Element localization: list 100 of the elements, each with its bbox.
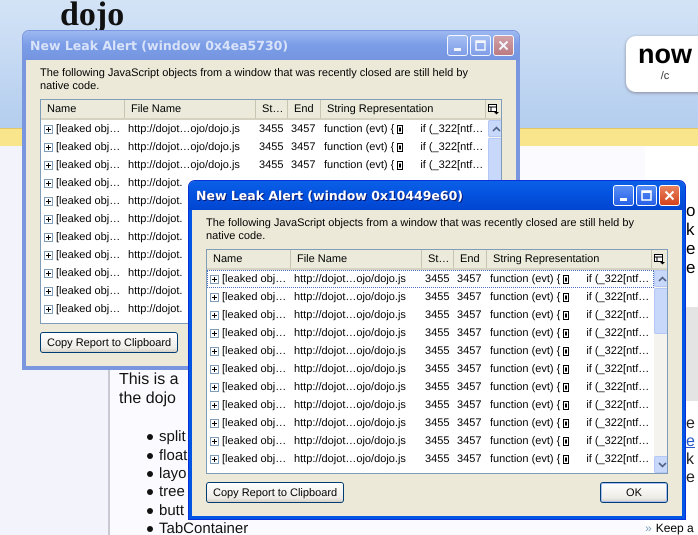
side-text: e xyxy=(686,415,696,433)
name-cell: [leaked obj… xyxy=(222,327,286,339)
file-cell: http://dojot. xyxy=(128,213,182,225)
chevron-marker: » xyxy=(645,521,652,535)
line-cell: 3457 xyxy=(457,309,482,321)
file-cell: http://dojot. xyxy=(128,267,182,279)
name-cell: [leaked obj… xyxy=(56,177,120,189)
file-cell: http://dojot…ojo/dojo.js xyxy=(294,345,406,357)
badge-subtitle: /c xyxy=(660,70,670,82)
line-cell: 3457 xyxy=(457,453,482,465)
side-text: k xyxy=(686,451,695,469)
code-cell: if (_322[ntf… xyxy=(586,381,650,393)
line-cell: 3455 xyxy=(259,123,284,135)
file-cell: http://dojot. xyxy=(128,285,182,297)
list-item: split xyxy=(159,428,186,446)
side-text: e xyxy=(686,469,696,487)
side-text: o xyxy=(686,201,696,220)
line-cell: 3457 xyxy=(457,399,482,411)
line-cell: 3457 xyxy=(291,123,316,135)
code-cell: function (evt) { xyxy=(490,435,560,447)
name-cell: [leaked obj… xyxy=(222,381,286,393)
file-cell: http://dojot…ojo/dojo.js xyxy=(128,159,240,171)
code-cell: if (_322[ntf… xyxy=(586,309,650,321)
line-cell: 3455 xyxy=(425,363,450,375)
list-item: tree xyxy=(159,483,185,502)
intro-text: the dojo xyxy=(119,389,176,408)
name-cell: [leaked obj… xyxy=(222,273,286,285)
file-cell: http://dojot…ojo/dojo.js xyxy=(128,141,240,153)
code-cell: if (_322[ntf… xyxy=(420,141,484,153)
line-cell: 3457 xyxy=(457,381,482,393)
file-cell: http://dojot. xyxy=(128,303,182,315)
name-cell: [leaked obj… xyxy=(56,195,120,207)
badge-title: now xyxy=(638,40,692,70)
code-cell: if (_322[ntf… xyxy=(586,453,650,465)
code-cell: function (evt) { xyxy=(490,327,560,339)
line-cell: 3457 xyxy=(457,435,482,447)
code-cell: function (evt) { xyxy=(490,309,560,321)
name-cell: [leaked obj… xyxy=(222,417,286,429)
code-cell: function (evt) { xyxy=(490,399,560,411)
code-cell: function (evt) { xyxy=(490,453,560,465)
name-cell: [leaked obj… xyxy=(56,213,120,225)
line-cell: 3457 xyxy=(457,345,482,357)
line-cell: 3455 xyxy=(259,141,284,153)
line-cell: 3455 xyxy=(425,435,450,447)
name-cell: [leaked obj… xyxy=(222,453,286,465)
code-cell: if (_322[ntf… xyxy=(586,273,650,285)
line-cell: 3455 xyxy=(259,159,284,171)
name-cell: [leaked obj… xyxy=(222,309,286,321)
name-cell: [leaked obj… xyxy=(56,249,120,261)
line-cell: 3455 xyxy=(425,291,450,303)
name-cell: [leaked obj… xyxy=(222,435,286,447)
line-cell: 3455 xyxy=(425,381,450,393)
line-cell: 3457 xyxy=(457,273,482,285)
file-cell: http://dojot. xyxy=(128,231,182,243)
code-cell: if (_322[ntf… xyxy=(586,399,650,411)
file-cell: http://dojot…ojo/dojo.js xyxy=(294,453,406,465)
file-cell: http://dojot. xyxy=(128,195,182,207)
file-cell: http://dojot…ojo/dojo.js xyxy=(294,417,406,429)
code-cell: if (_322[ntf… xyxy=(586,435,650,447)
line-cell: 3455 xyxy=(425,453,450,465)
code-cell: function (evt) { xyxy=(324,141,394,153)
message-text: The following JavaScript objects from a window that was recently closed are still held by native code. xyxy=(40,67,469,93)
line-cell: 3455 xyxy=(425,417,450,429)
side-text: k xyxy=(686,220,696,239)
code-cell: function (evt) { xyxy=(490,363,560,375)
file-cell: http://dojot. xyxy=(128,249,182,261)
line-cell: 3457 xyxy=(457,327,482,339)
side-text: e xyxy=(686,239,696,258)
line-cell: 3455 xyxy=(425,309,450,321)
code-cell: if (_322[ntf… xyxy=(586,345,650,357)
name-cell: [leaked obj… xyxy=(222,345,286,357)
line-cell: 3455 xyxy=(425,399,450,411)
code-cell: function (evt) { xyxy=(324,123,394,135)
list-item: layo xyxy=(159,464,187,483)
name-cell: [leaked obj… xyxy=(56,303,120,315)
file-cell: http://dojot…ojo/dojo.js xyxy=(128,123,240,135)
line-cell: 3457 xyxy=(291,141,316,153)
code-cell: if (_322[ntf… xyxy=(586,327,650,339)
file-cell: http://dojot…ojo/dojo.js xyxy=(294,399,406,411)
name-cell: [leaked obj… xyxy=(56,159,120,171)
list-item: float xyxy=(159,446,188,465)
code-cell: if (_322[ntf… xyxy=(420,123,484,135)
code-cell: function (evt) { xyxy=(490,345,560,357)
code-cell: function (evt) { xyxy=(490,417,560,429)
name-cell: [leaked obj… xyxy=(56,267,120,279)
window-title: New Leak Alert (window 0x10449e60) xyxy=(196,188,464,203)
code-cell: function (evt) { xyxy=(490,291,560,303)
file-cell: http://dojot…ojo/dojo.js xyxy=(294,435,406,447)
name-cell: [leaked obj… xyxy=(222,291,286,303)
name-cell: [leaked obj… xyxy=(56,285,120,297)
line-cell: 3455 xyxy=(425,273,450,285)
list-item: butt xyxy=(159,502,184,520)
file-cell: http://dojot…ojo/dojo.js xyxy=(294,273,406,285)
line-cell: 3457 xyxy=(291,159,316,171)
list-item: TabContainer xyxy=(159,520,248,535)
name-cell: [leaked obj… xyxy=(222,363,286,375)
side-text: e xyxy=(686,258,696,277)
line-cell: 3457 xyxy=(457,363,482,375)
line-cell: 3457 xyxy=(457,417,482,429)
intro-text: This is a xyxy=(119,370,179,389)
